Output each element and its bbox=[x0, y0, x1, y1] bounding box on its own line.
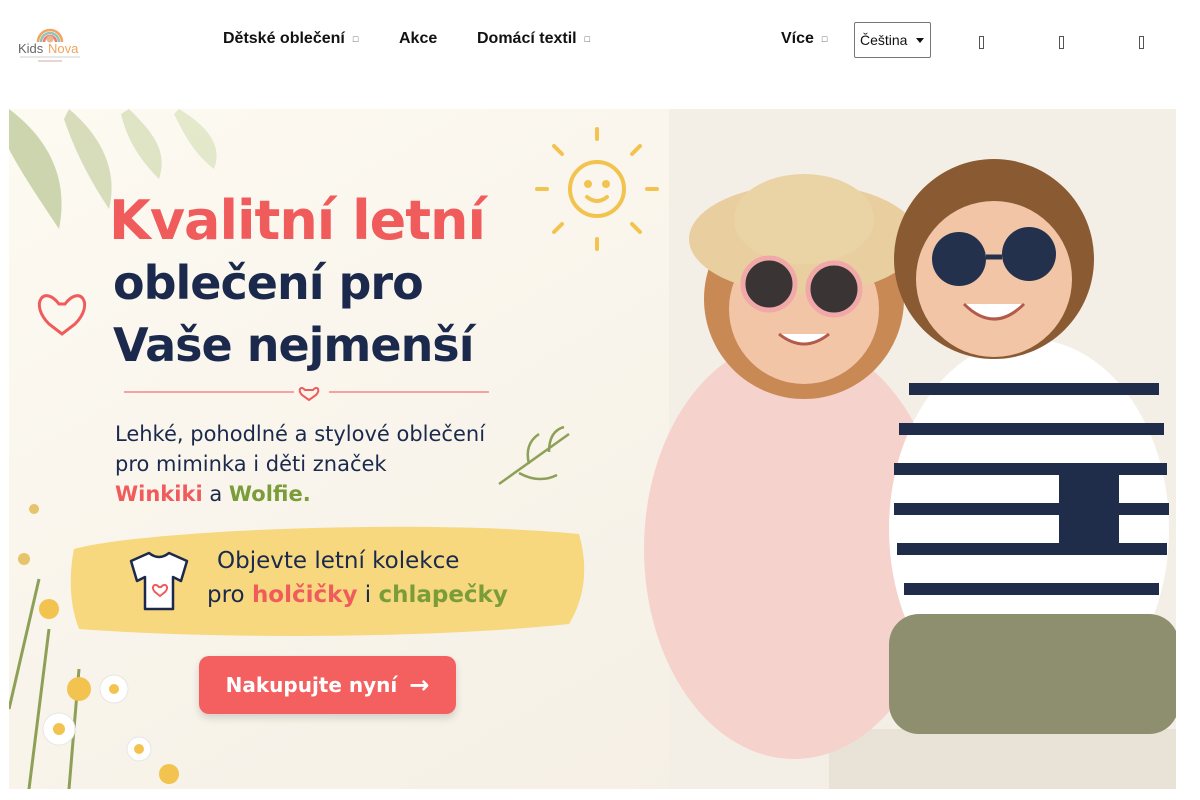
language-select[interactable]: Čeština bbox=[854, 22, 931, 58]
nav-label: Více bbox=[781, 30, 814, 48]
banner-boys: chlapečky bbox=[378, 582, 508, 608]
nav-item-detske-obleceni[interactable]: Dětské oblečení □ bbox=[223, 28, 358, 50]
logo-text-nova: Nova bbox=[48, 41, 79, 56]
banner-joiner: i bbox=[364, 582, 372, 608]
collection-banner-text: Objevte letní kolekce pro holčičky i chl… bbox=[207, 544, 508, 612]
brand-wolfie: Wolfie bbox=[228, 482, 303, 506]
hero-description-line2: pro miminka i děti značek bbox=[115, 452, 387, 476]
kids-photo bbox=[644, 109, 1176, 789]
nav-item-domaci-textil[interactable]: Domácí textil □ bbox=[477, 28, 590, 50]
language-selected-value: Čeština bbox=[860, 32, 908, 48]
nav-item-vice[interactable]: Více □ bbox=[781, 28, 827, 50]
nav-label: Dětské oblečení bbox=[223, 30, 345, 48]
hero-headline-line3: Vaše nejmenší bbox=[113, 318, 474, 372]
arrow-right-icon: → bbox=[409, 671, 430, 699]
brand-end: . bbox=[302, 482, 311, 506]
shop-now-label: Nakupujte nyní bbox=[225, 673, 398, 697]
brand-winkiki: Winkiki bbox=[115, 482, 203, 506]
hero-description: Lehké, pohodlné a stylové oblečení pro m… bbox=[115, 419, 485, 509]
chevron-down-icon: □ bbox=[584, 34, 591, 44]
chevron-down-icon: □ bbox=[821, 34, 828, 44]
banner-prefix: pro bbox=[207, 582, 245, 608]
brand-joiner: a bbox=[209, 482, 223, 506]
hero-banner[interactable]: Kvalitní letní oblečení pro Vaše nejmenš… bbox=[9, 109, 1176, 789]
chevron-down-icon: □ bbox=[352, 34, 359, 44]
site-header: Kids Nova Dětské oblečení □ Akce Domácí t… bbox=[0, 0, 1200, 84]
hero-description-line1: Lehké, pohodlné a stylové oblečení bbox=[115, 422, 486, 446]
nav-item-akce[interactable]: Akce bbox=[399, 28, 437, 50]
search-icon[interactable] bbox=[969, 30, 993, 54]
shop-now-button[interactable]: Nakupujte nyní → bbox=[199, 656, 456, 714]
kidsnova-logo[interactable]: Kids Nova bbox=[16, 16, 84, 66]
hero-headline-line1: Kvalitní letní bbox=[109, 189, 486, 252]
banner-line1: Objevte letní kolekce bbox=[217, 548, 460, 574]
cart-icon[interactable] bbox=[1129, 30, 1153, 54]
user-icon[interactable] bbox=[1049, 30, 1073, 54]
banner-girls: holčičky bbox=[251, 582, 358, 608]
dropdown-arrow-icon bbox=[916, 38, 924, 43]
hero-headline-line2: oblečení pro bbox=[113, 256, 424, 310]
banner-line2: pro holčičky i chlapečky bbox=[207, 578, 508, 612]
nav-label: Akce bbox=[399, 30, 438, 47]
hero-description-brands: Winkiki a Wolfie. bbox=[115, 479, 485, 509]
nav-label: Domácí textil bbox=[477, 30, 577, 48]
logo-text-kids: Kids bbox=[18, 41, 44, 56]
